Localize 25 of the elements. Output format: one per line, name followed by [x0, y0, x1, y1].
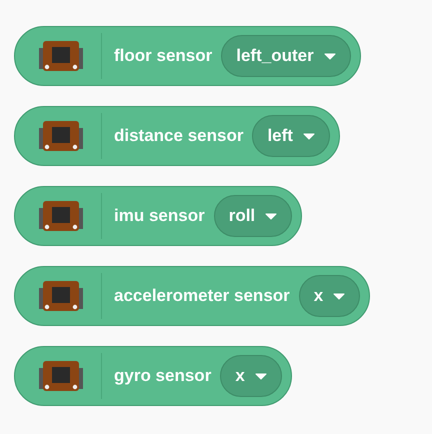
sensor-block[interactable]: distance sensor left	[14, 106, 340, 166]
sensor-block[interactable]: accelerometer sensor x	[14, 266, 370, 326]
sensor-block[interactable]: imu sensor roll	[14, 186, 302, 246]
sensor-dropdown[interactable]: x	[298, 275, 360, 317]
caret-icon	[333, 292, 346, 300]
sensor-dropdown[interactable]: x	[220, 355, 282, 397]
sensor-dropdown[interactable]: roll	[214, 195, 292, 237]
block-label: distance sensor	[114, 126, 244, 146]
circuit-board-icon	[39, 359, 83, 393]
caret-icon	[254, 372, 267, 380]
block-label: accelerometer sensor	[114, 286, 290, 306]
circuit-board-icon	[39, 279, 83, 313]
circuit-board-icon	[39, 39, 83, 73]
sensor-dropdown[interactable]: left_outer	[221, 35, 351, 77]
caret-icon	[324, 52, 336, 60]
sensor-dropdown[interactable]: left	[252, 115, 330, 157]
block-label: imu sensor	[114, 206, 205, 226]
sensor-block[interactable]: gyro sensor x	[14, 346, 292, 406]
circuit-board-icon	[39, 119, 83, 153]
caret-icon	[302, 132, 315, 140]
caret-icon	[265, 212, 278, 220]
circuit-board-icon	[39, 199, 83, 233]
sensor-block[interactable]: floor sensor left_outer	[14, 26, 361, 86]
block-label: floor sensor	[114, 46, 212, 66]
block-label: gyro sensor	[114, 366, 212, 386]
